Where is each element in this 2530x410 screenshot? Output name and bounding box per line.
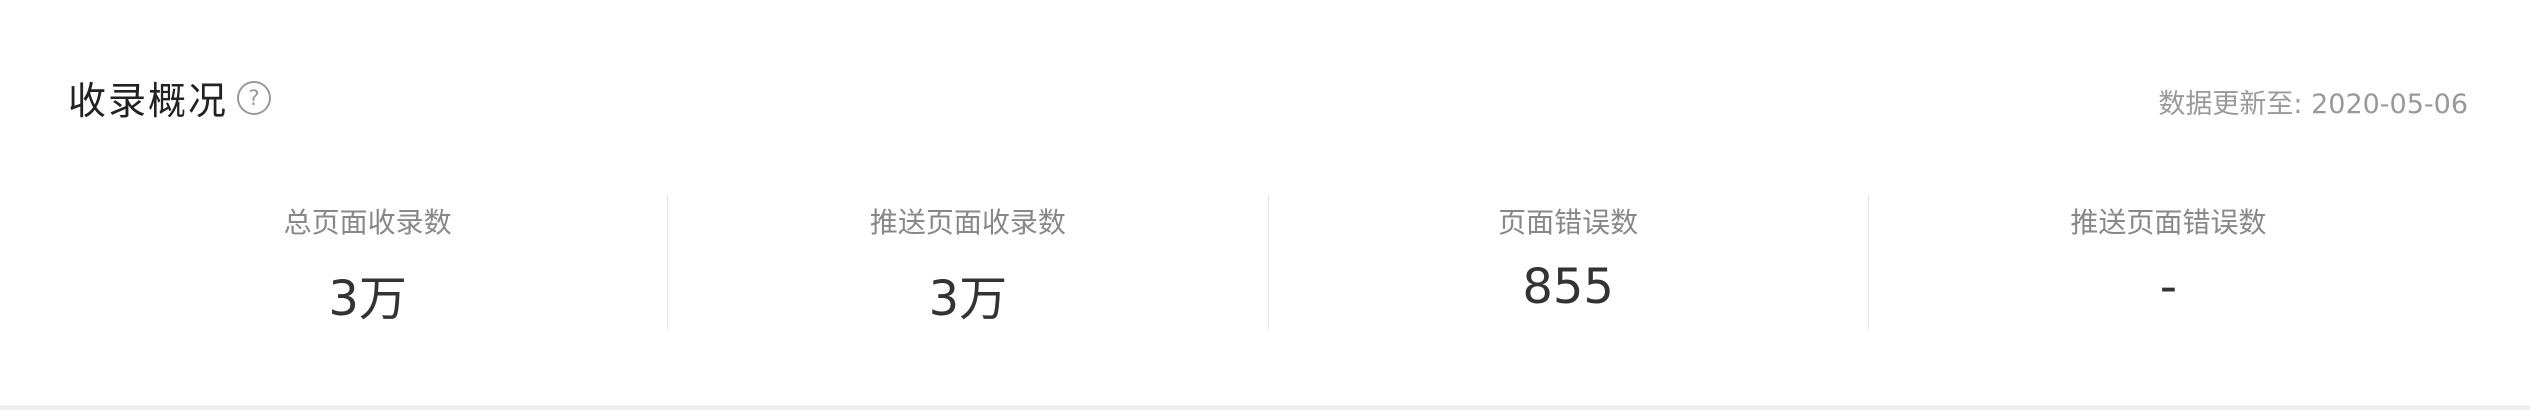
stat-value: 3万 bbox=[928, 271, 1008, 327]
stat-label: 推送页面收录数 bbox=[869, 206, 1066, 239]
question-circle-icon[interactable]: ? bbox=[236, 80, 272, 116]
stat-value: 3万 bbox=[328, 271, 407, 327]
stat-pushed-errors: 推送页面错误数 - bbox=[1867, 195, 2468, 330]
index-overview-panel: 收录概况 ? 数据更新至: 2020-05-06 总页面收录数 3万 推送页面收… bbox=[0, 0, 2530, 410]
stat-pushed-indexed: 推送页面收录数 3万 bbox=[667, 195, 1267, 330]
stat-total-indexed: 总页面收录数 3万 bbox=[68, 195, 667, 330]
stat-value: 855 bbox=[1522, 259, 1614, 315]
stat-label: 总页面收录数 bbox=[283, 206, 452, 239]
data-updated-date: 数据更新至: 2020-05-06 bbox=[2158, 89, 2468, 120]
stat-page-errors: 页面错误数 855 bbox=[1267, 195, 1868, 330]
svg-text:?: ? bbox=[248, 86, 259, 110]
panel-header: 收录概况 ? bbox=[68, 70, 272, 125]
stats-row: 总页面收录数 3万 推送页面收录数 3万 页面错误数 855 推送页面错误数 - bbox=[68, 195, 2468, 330]
stat-value: - bbox=[2159, 259, 2178, 315]
stat-label: 推送页面错误数 bbox=[2070, 206, 2267, 239]
stat-label: 页面错误数 bbox=[1498, 206, 1639, 239]
panel-title: 收录概况 bbox=[68, 79, 229, 123]
